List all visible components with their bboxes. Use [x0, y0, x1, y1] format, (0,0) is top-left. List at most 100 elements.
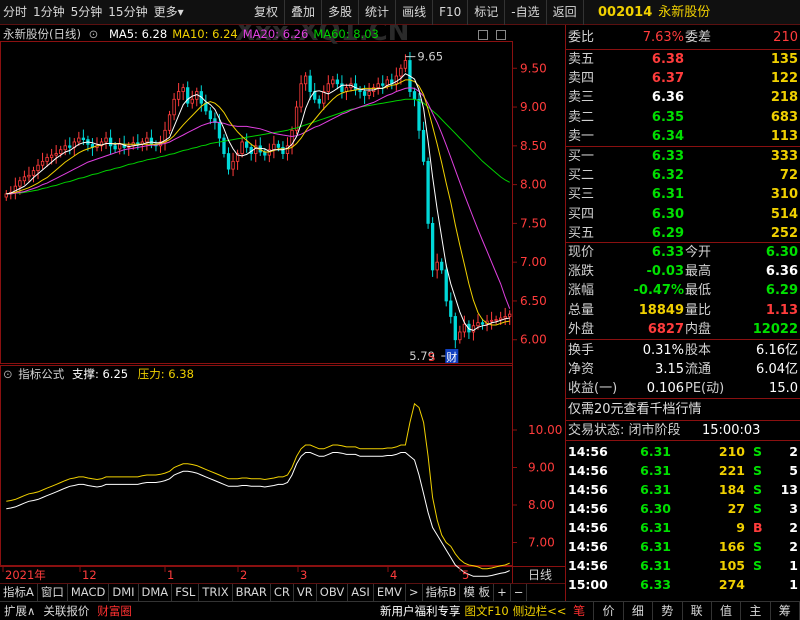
bottom-mid-links: 新用户福利专享 图文F10 侧边栏<<	[378, 602, 569, 620]
chart-restore-icon[interactable]	[478, 29, 488, 40]
toolbar-button[interactable]: 标记	[468, 0, 504, 25]
bid-label: 买一	[568, 149, 595, 164]
bid-volume: 252	[770, 225, 798, 241]
price-tick-label: 8.00	[520, 178, 547, 192]
bottom-tab[interactable]: 扩展∧	[0, 602, 39, 620]
ask-volume: 683	[770, 109, 798, 125]
kline-chart[interactable]: Xxx.XQ1.CN9.509.008.508.007.507.006.506.…	[0, 25, 565, 583]
bid-row: 买四 6.30 514	[566, 205, 800, 224]
period-tab[interactable]: 分时	[0, 0, 30, 25]
indicator-tab[interactable]: CR	[271, 584, 294, 601]
period-tab[interactable]: 更多▾	[151, 0, 187, 25]
candle-body	[499, 317, 503, 320]
bid-volume: 310	[770, 187, 798, 203]
weicha-value: 210	[773, 30, 798, 45]
indicator-tab[interactable]: OBV	[317, 584, 349, 601]
indicator-tab[interactable]: DMA	[139, 584, 173, 601]
indicator-tab[interactable]: MACD	[68, 584, 110, 601]
panel-tab[interactable]: 筹	[771, 602, 800, 620]
panel-tab[interactable]: 联	[683, 602, 712, 620]
chart-area[interactable]: Xxx.XQ1.CN 9.50 9.00 8.50 8.00 7.50 7.00 6.50 6.…	[0, 25, 565, 583]
toolbar-button[interactable]: 统计	[359, 0, 395, 25]
chart-settings-icon[interactable]	[495, 29, 506, 40]
candle-body	[403, 60, 408, 69]
promo-row[interactable]: 仅需20元查看千档行情	[566, 400, 800, 419]
bottom-link[interactable]: 图文F10	[463, 602, 511, 620]
toolbar-button[interactable]: 多股	[322, 0, 358, 25]
date-tick-label: 1	[167, 568, 174, 582]
indicator-tab[interactable]: 模 板	[460, 584, 495, 601]
tick-row: 14:56 6.31 184 S 13	[566, 480, 800, 499]
candle-body	[231, 160, 235, 170]
indicator-tab[interactable]: BRAR	[233, 584, 271, 601]
indicator-tab[interactable]: DMI	[109, 584, 139, 601]
indicator-tab[interactable]: +	[494, 584, 511, 601]
sub-tick-label: 7.00	[528, 536, 555, 550]
tick-volume: 105	[718, 558, 745, 573]
candle-body	[45, 157, 49, 162]
period-tab[interactable]: 15分钟	[105, 0, 150, 25]
period-tab[interactable]: 1分钟	[30, 0, 68, 25]
period-tab[interactable]: 5分钟	[68, 0, 106, 25]
indicator-tab[interactable]: 指标B	[423, 584, 461, 601]
panel-tab[interactable]: 势	[653, 602, 683, 620]
fundamental-value: 3.15	[655, 362, 684, 378]
quote-value: -0.03	[646, 264, 684, 280]
quote-label: 外盘	[568, 321, 595, 337]
indicator-tab[interactable]: VR	[294, 584, 317, 601]
candle-body	[108, 137, 113, 147]
fundamental-label: 换手	[568, 343, 595, 358]
candle-body	[49, 154, 54, 158]
tick-side: S	[753, 482, 763, 497]
candle-body	[217, 122, 222, 139]
price-tick-label: 7.00	[520, 255, 547, 269]
candle-body	[508, 313, 512, 317]
ask-volume: 218	[770, 90, 798, 106]
toolbar-button[interactable]: 复权	[248, 0, 284, 25]
indicator-tab[interactable]: EMV	[374, 584, 406, 601]
fundamental-value: 0.106	[646, 381, 684, 397]
indicator-tab[interactable]: 指标A	[0, 584, 38, 601]
tick-price: 6.30	[640, 501, 671, 516]
promo-text[interactable]: 仅需20元查看千档行情	[568, 400, 702, 419]
indicator-tab[interactable]: ASI	[348, 584, 374, 601]
indicator-tab[interactable]: >	[406, 584, 423, 601]
toolbar-button[interactable]: 画线	[396, 0, 432, 25]
indicator-tab[interactable]: FSL	[172, 584, 200, 601]
panel-tab[interactable]: 价	[594, 602, 624, 620]
candle-body	[317, 98, 321, 104]
tick-price: 6.31	[640, 558, 671, 573]
ask-volume: 135	[770, 52, 798, 67]
dropdown-icon[interactable]: ⊙	[3, 366, 13, 382]
panel-tab[interactable]: 细	[624, 602, 654, 620]
bid-row: 买一 6.33 333	[566, 147, 800, 166]
bid-price: 6.33	[651, 149, 684, 164]
panel-tab[interactable]: 主	[741, 602, 771, 620]
bid-row: 买二 6.32 72	[566, 166, 800, 185]
ask-label: 卖一	[568, 128, 595, 144]
candle-body	[444, 269, 448, 302]
tick-row: 14:56 6.31 166 S 2	[566, 537, 800, 556]
bottom-link[interactable]: 新用户福利专享	[378, 602, 463, 620]
indicator-tab[interactable]: −	[511, 584, 528, 601]
indicator-tab[interactable]: 窗口	[38, 584, 68, 601]
ask-row: 卖四 6.37 122	[566, 69, 800, 88]
indicator-tab[interactable]: TRIX	[199, 584, 233, 601]
trade-status: 交易状态: 闭市阶段	[568, 423, 681, 438]
panel-tab[interactable]: 笔	[565, 602, 595, 620]
bottom-tab[interactable]: 关联报价	[39, 602, 93, 620]
candle-body	[104, 137, 108, 143]
toolbar-button[interactable]: -自选	[505, 0, 545, 25]
panel-tab[interactable]: 值	[712, 602, 742, 620]
tick-row: 15:00 6.33 274 1	[566, 575, 800, 594]
bottom-tab[interactable]: 财富圈	[93, 602, 136, 620]
dropdown-arrow-icon: ▾	[177, 5, 184, 19]
trade-status-row: 交易状态: 闭市阶段 15:00:03	[566, 421, 800, 440]
chart-corner-icons	[478, 26, 506, 42]
dropdown-icon[interactable]: ⊙	[89, 26, 99, 42]
toolbar-button[interactable]: 叠加	[285, 0, 321, 25]
bottom-link[interactable]: 侧边栏<<	[511, 602, 569, 620]
bid-volume: 514	[770, 206, 798, 222]
candle-body	[358, 89, 362, 92]
toolbar-button[interactable]: F10	[433, 0, 467, 25]
